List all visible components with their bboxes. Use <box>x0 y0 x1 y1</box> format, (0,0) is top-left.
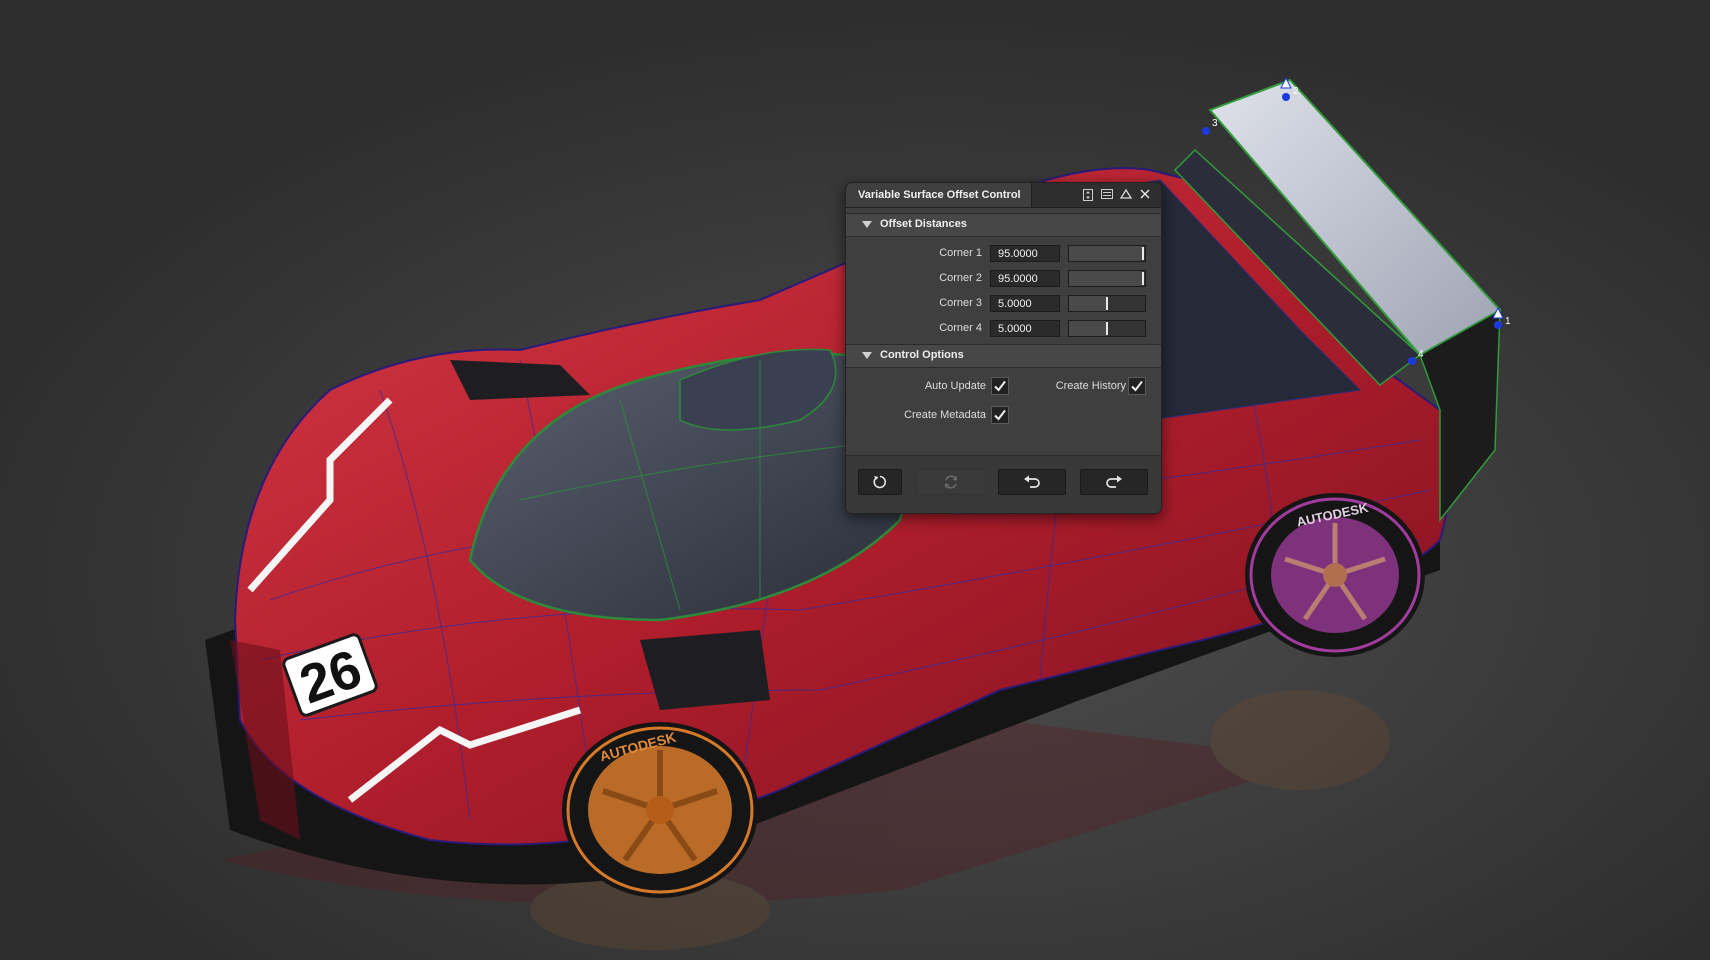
corner-3-field[interactable]: 5.0000 <box>990 295 1060 312</box>
corner-2-slider[interactable] <box>1068 270 1146 287</box>
corner-3-label: Corner 3 <box>939 297 982 309</box>
auto-update-checkbox[interactable] <box>991 377 1009 395</box>
reset-icon <box>873 475 886 489</box>
create-metadata-label: Create Metadata <box>904 409 986 421</box>
control-options-header[interactable]: Control Options <box>846 344 1161 368</box>
corner-4-slider[interactable] <box>1068 320 1146 337</box>
create-history-label: Create History <box>1055 380 1126 392</box>
resize-icon[interactable] <box>1080 187 1096 203</box>
menu-icon[interactable] <box>1099 187 1115 203</box>
dialog-title-tab[interactable]: Variable Surface Offset Control <box>846 183 1032 207</box>
dialog-footer <box>846 455 1161 513</box>
offset-distances-header[interactable]: Offset Distances <box>846 213 1161 237</box>
dialog-title: Variable Surface Offset Control <box>858 189 1021 201</box>
rear-wheel[interactable]: AUTODESK <box>1245 493 1425 657</box>
corner-3-slider-fill <box>1069 296 1107 311</box>
create-metadata-checkbox[interactable] <box>991 406 1009 424</box>
corner-2-field[interactable]: 95.0000 <box>990 270 1060 287</box>
reset-button[interactable] <box>858 469 902 495</box>
corner-3-slider[interactable] <box>1068 295 1146 312</box>
variable-surface-offset-dialog[interactable]: Variable Surface Offset Control Offset D… <box>845 182 1162 514</box>
corner-4-slider-fill <box>1069 321 1107 336</box>
corner-1-slider-fill <box>1069 246 1143 261</box>
collapse-icon[interactable] <box>1118 187 1134 203</box>
corner-marker-4-label: 4 <box>1418 349 1424 360</box>
corner-4-label: Corner 4 <box>939 322 982 334</box>
offset-distances-label: Offset Distances <box>880 218 967 230</box>
close-icon[interactable] <box>1137 187 1153 203</box>
corner-2-slider-fill <box>1069 271 1143 286</box>
corner-marker-3-label: 3 <box>1212 118 1218 129</box>
corner-marker-1-label: 1 <box>1505 316 1511 327</box>
corner-3-slider-thumb[interactable] <box>1106 297 1108 310</box>
corner-marker-2-label: 2 <box>1293 86 1299 97</box>
corner-1-slider[interactable] <box>1068 245 1146 262</box>
corner-1-label: Corner 1 <box>939 247 982 259</box>
chevron-down-icon <box>862 221 872 228</box>
create-history-checkbox[interactable] <box>1128 377 1146 395</box>
redo-button[interactable] <box>1080 469 1148 495</box>
corner-2-label: Corner 2 <box>939 272 982 284</box>
refresh-icon <box>945 475 957 489</box>
corner-1-field[interactable]: 95.0000 <box>990 245 1060 262</box>
corner-1-slider-thumb[interactable] <box>1142 247 1144 260</box>
corner-4-slider-thumb[interactable] <box>1106 322 1108 335</box>
undo-button[interactable] <box>998 469 1066 495</box>
corner-2-slider-thumb[interactable] <box>1142 272 1144 285</box>
undo-icon <box>1024 475 1040 488</box>
refresh-button[interactable] <box>916 469 986 495</box>
dialog-title-bar[interactable]: Variable Surface Offset Control <box>846 183 1161 208</box>
chevron-down-icon <box>862 352 872 359</box>
corner-4-field[interactable]: 5.0000 <box>990 320 1060 337</box>
redo-icon <box>1106 475 1122 488</box>
auto-update-label: Auto Update <box>924 380 986 392</box>
front-wheel[interactable]: AUTODESK <box>562 722 758 898</box>
control-options-label: Control Options <box>880 349 964 361</box>
